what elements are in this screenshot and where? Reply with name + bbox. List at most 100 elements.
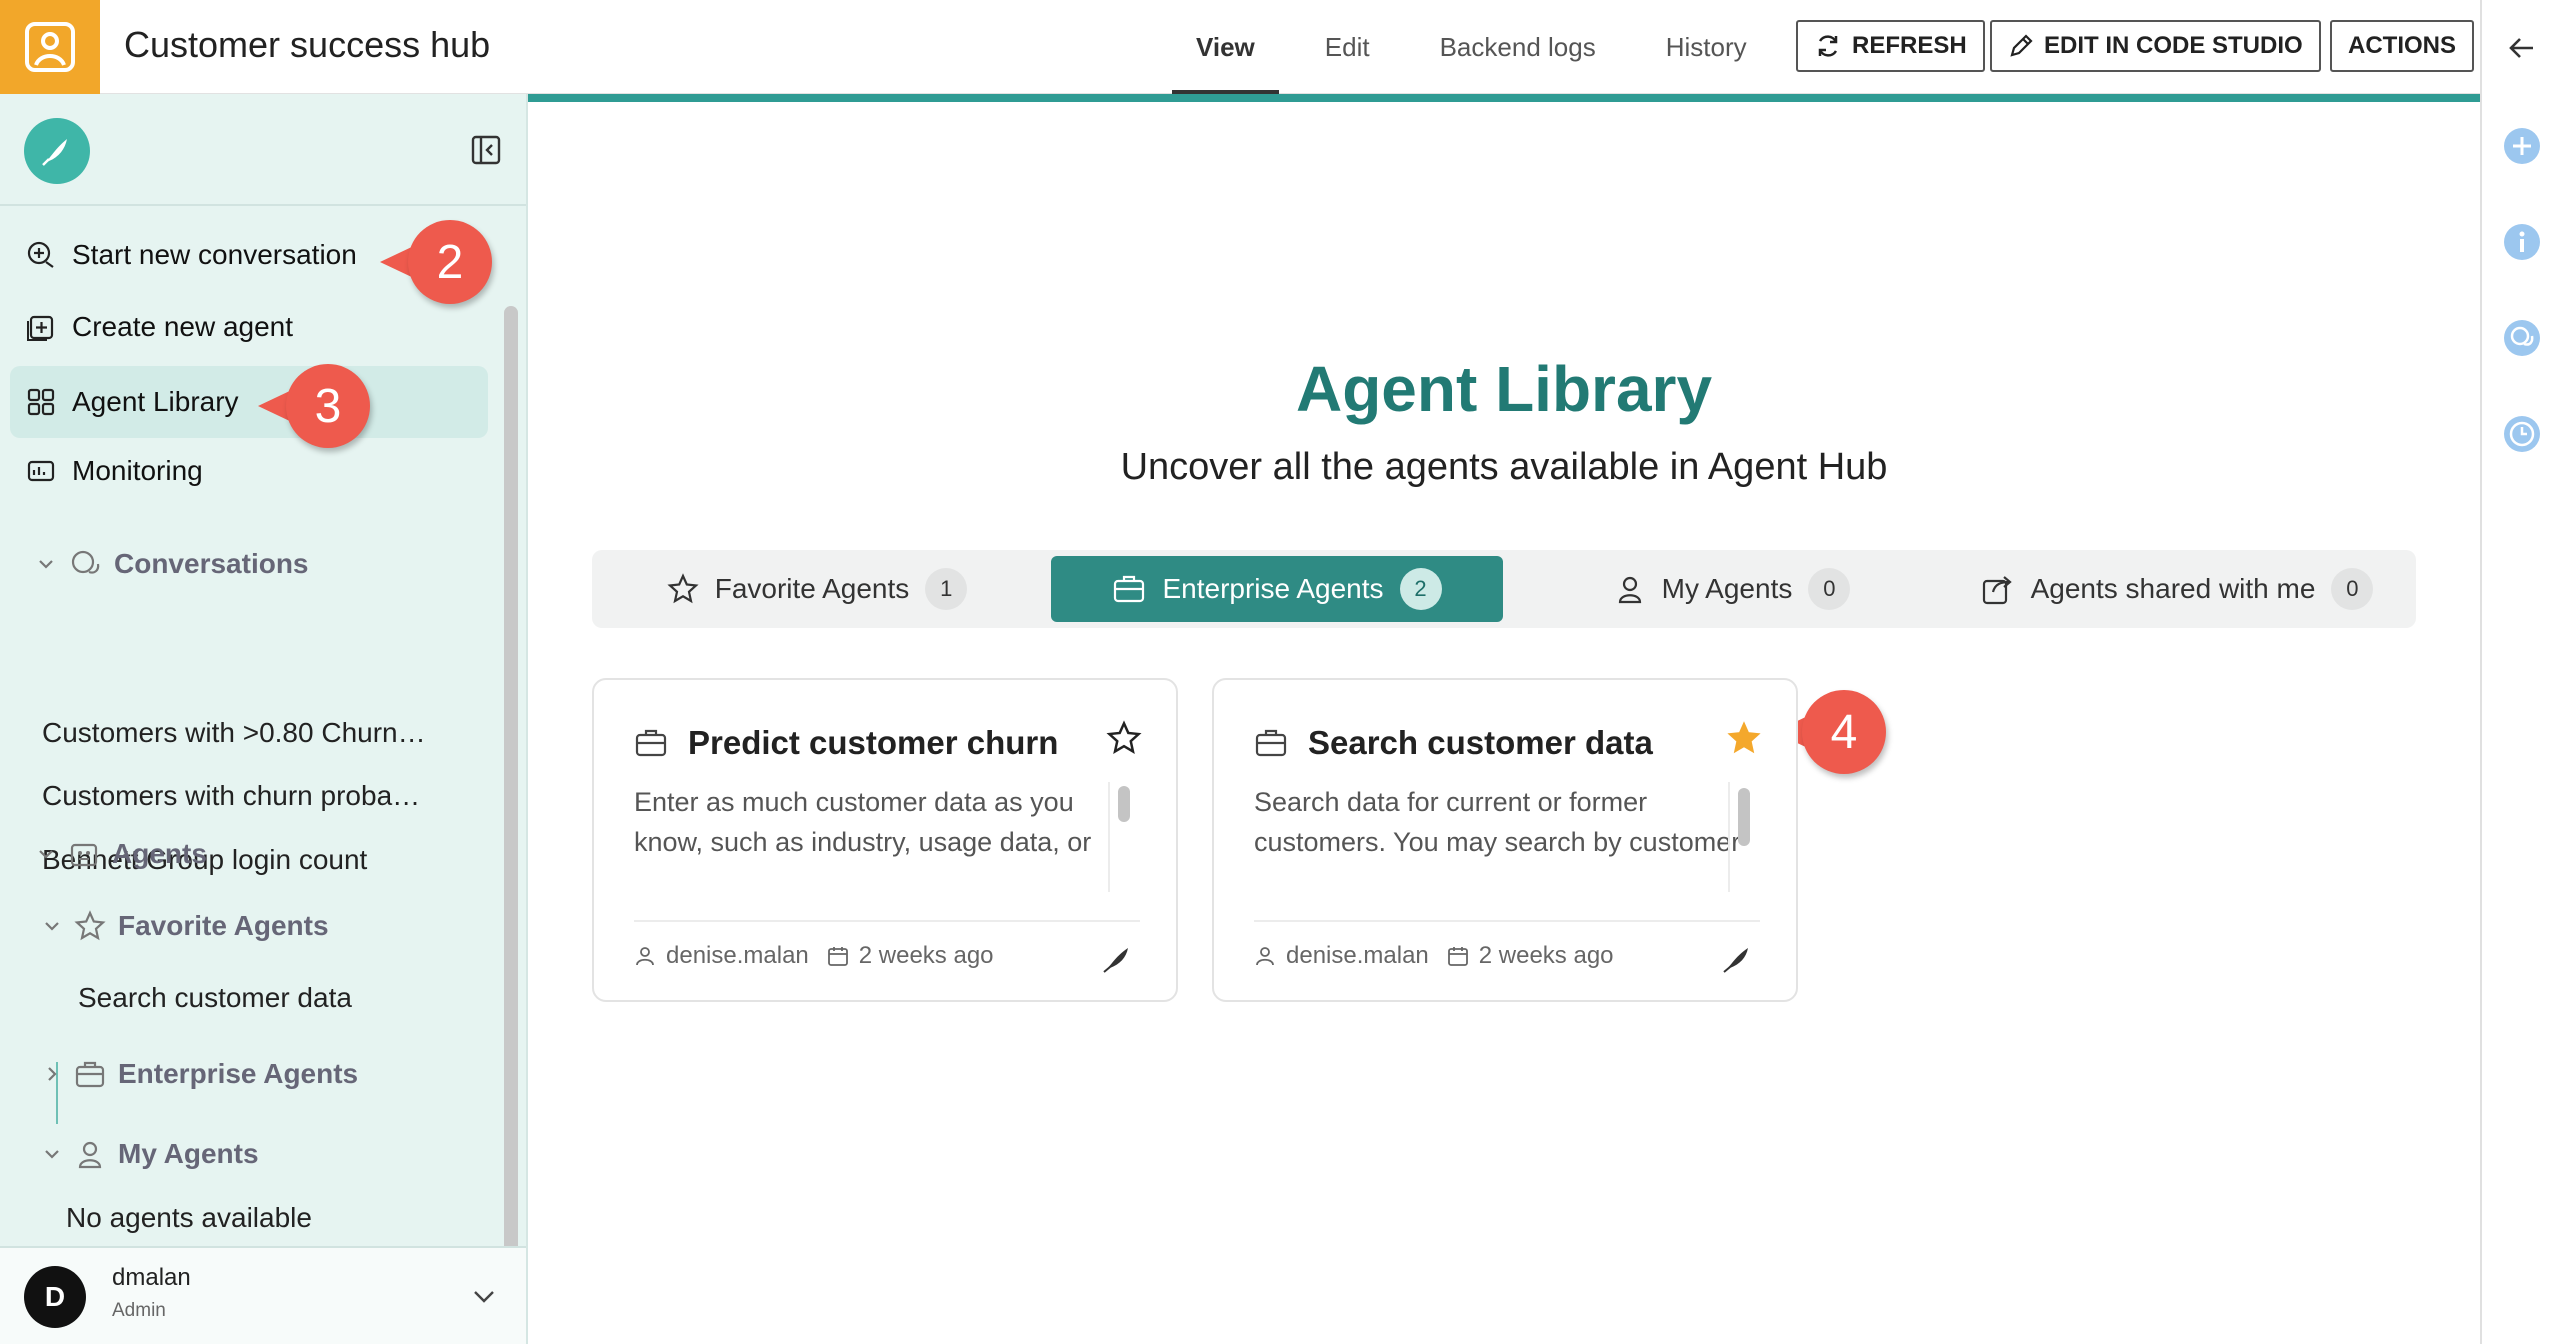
tab-my-agents[interactable]: My Agents 0 (1582, 556, 1882, 622)
user-menu[interactable]: D dmalan Admin (0, 1246, 526, 1344)
refresh-button[interactable]: REFRESH (1796, 20, 1985, 72)
grid-icon (27, 388, 55, 416)
briefcase-icon (75, 1061, 105, 1088)
user-icon (78, 1141, 102, 1169)
agent-description: Enter as much customer data as you know,… (634, 787, 1092, 868)
collapse-sidebar-icon[interactable] (470, 134, 502, 166)
monitoring-item[interactable]: Monitoring (26, 455, 203, 487)
divider (1254, 920, 1760, 922)
callout-number: 2 (408, 220, 492, 304)
clock-icon[interactable] (2502, 414, 2542, 454)
my-agents-title: My Agents (118, 1138, 259, 1169)
agent-title: Predict customer churn (688, 724, 1059, 761)
add-square-icon (27, 315, 54, 341)
tab-label: Enterprise Agents (1162, 573, 1384, 604)
refresh-label: REFRESH (1852, 32, 1967, 59)
sidebar-scrollbar[interactable] (504, 306, 518, 1300)
chevron-down-icon (45, 922, 59, 931)
count-badge: 2 (1399, 568, 1442, 610)
share-icon (1982, 576, 2012, 605)
tab-agents-shared-with-me[interactable]: Agents shared with me 0 (1972, 556, 2382, 622)
start-new-conversation-label: Start new conversation (72, 239, 357, 270)
description-scrollbar[interactable] (1728, 782, 1756, 892)
enterprise-agents-title: Enterprise Agents (118, 1058, 359, 1089)
info-icon[interactable] (2502, 222, 2542, 262)
agent-filter-tabs: Favorite Agents 1 Enterprise Agents 2 My… (592, 550, 2416, 628)
user-name: dmalan (112, 1264, 191, 1291)
count-badge: 0 (2331, 568, 2374, 610)
agent-library-label: Agent Library (72, 386, 239, 417)
agent-library-item[interactable]: Agent Library (10, 366, 488, 438)
monitoring-label: Monitoring (72, 455, 203, 486)
avatar: D (24, 1266, 86, 1328)
agent-title: Search customer data (1308, 724, 1653, 761)
start-new-conversation-item[interactable]: Start new conversation (26, 239, 357, 271)
agent-hub-bird-icon (1103, 948, 1128, 973)
count-badge: 1 (925, 568, 968, 610)
enterprise-agents-toggle[interactable]: Enterprise Agents (42, 1058, 358, 1090)
conversation-item[interactable]: Customers with >0.80 Churn… (42, 717, 426, 749)
card-header: Predict customer churn (634, 724, 1058, 762)
agent-hub-bird-icon (1723, 948, 1748, 973)
top-bar: Customer success hub View Edit Backend l… (0, 0, 2480, 94)
conversation-item[interactable]: Customers with churn proba… (42, 780, 420, 812)
agent-date: 2 weeks ago (1478, 942, 1614, 969)
chat-icon[interactable] (2502, 318, 2542, 358)
star-filled-icon[interactable] (1726, 720, 1762, 756)
view-tabs: View Edit Backend logs History (1172, 0, 1793, 94)
agent-author: denise.malan (1286, 942, 1429, 969)
back-arrow-icon[interactable] (2502, 28, 2542, 68)
chevron-down-icon (39, 560, 53, 569)
star-outline-icon[interactable] (1106, 720, 1142, 756)
favorite-agent-item[interactable]: Search customer data (78, 982, 352, 1014)
user-icon (1256, 947, 1274, 966)
tab-enterprise-agents[interactable]: Enterprise Agents 2 (1051, 556, 1503, 622)
actions-button[interactable]: ACTIONS (2330, 20, 2474, 72)
actions-label: ACTIONS (2348, 32, 2456, 59)
agents-title: Agents (112, 838, 207, 869)
agent-card[interactable]: Predict customer churn Enter as much cus… (592, 678, 1178, 1002)
chevron-right-icon (48, 1067, 57, 1081)
tab-label: Favorite Agents (714, 573, 910, 604)
pencil-icon (2010, 34, 2033, 57)
agents-section-toggle[interactable]: Agents (36, 838, 207, 870)
tab-backend-logs[interactable]: Backend logs (1416, 0, 1620, 94)
tab-label: Agents shared with me (2030, 573, 2316, 604)
callout-number: 4 (1802, 690, 1886, 774)
refresh-icon (1818, 35, 1838, 57)
user-icon (1618, 576, 1641, 604)
chevron-down-icon[interactable] (470, 1282, 498, 1310)
agent-card[interactable]: Search customer data Search data for cur… (1212, 678, 1798, 1002)
star-icon (667, 573, 699, 604)
calendar-icon (827, 947, 848, 966)
tab-view[interactable]: View (1172, 0, 1279, 94)
favorite-agents-title: Favorite Agents (118, 910, 329, 941)
edit-in-code-studio-button[interactable]: EDIT IN CODE STUDIO (1990, 20, 2321, 72)
card-header: Search customer data (1254, 724, 1653, 762)
create-new-agent-item[interactable]: Create new agent (26, 311, 293, 343)
my-agents-toggle[interactable]: My Agents (42, 1138, 259, 1170)
conversations-section-toggle[interactable]: Conversations (36, 547, 309, 581)
app-logo-icon[interactable] (0, 0, 100, 94)
code-studio-label: EDIT IN CODE STUDIO (2044, 32, 2303, 59)
active-view-indicator (528, 94, 2480, 102)
tab-favorite-agents[interactable]: Favorite Agents 1 (632, 556, 1002, 622)
briefcase-icon (1114, 575, 1145, 603)
agent-author: denise.malan (666, 942, 809, 969)
calendar-icon (1447, 947, 1468, 966)
tab-history[interactable]: History (1642, 0, 1771, 94)
agent-description: Search data for current or former custom… (1254, 787, 1741, 868)
page-title: Agent Library (1295, 353, 1713, 425)
agent-hub-logo-icon[interactable] (24, 118, 90, 184)
card-meta: denise.malan 2 weeks ago (634, 942, 994, 970)
callout-2: 2 (380, 220, 492, 304)
favorite-agents-toggle[interactable]: Favorite Agents (42, 910, 329, 942)
callout-number: 3 (286, 364, 370, 448)
app-title: Customer success hub (124, 24, 491, 65)
conversations-icon (71, 550, 100, 574)
plus-icon[interactable] (2502, 126, 2542, 166)
description-scrollbar[interactable] (1108, 782, 1136, 892)
robot-icon (70, 843, 98, 867)
card-meta: denise.malan 2 weeks ago (1254, 942, 1614, 970)
tab-edit[interactable]: Edit (1301, 0, 1394, 94)
